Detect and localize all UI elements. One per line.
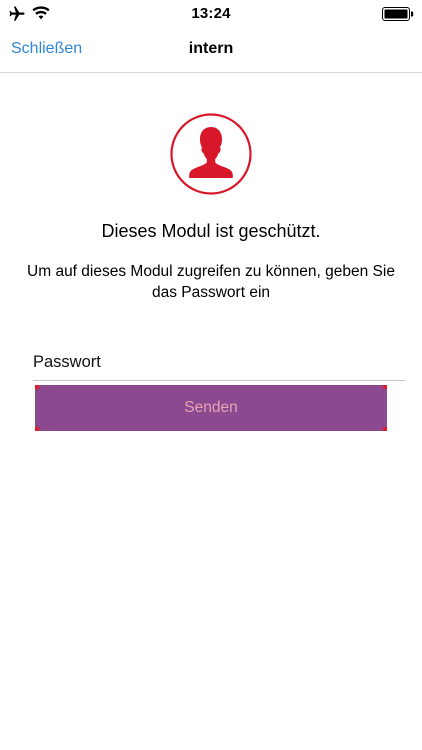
protected-description: Um auf dieses Modul zugreifen zu können,…: [27, 263, 395, 301]
send-button[interactable]: Senden: [35, 385, 387, 431]
person-silhouette-icon: [170, 113, 252, 195]
selection-handle: [35, 427, 39, 431]
status-time: 13:24: [191, 5, 231, 22]
selection-handle: [35, 385, 39, 389]
battery-icon: [382, 7, 414, 21]
status-bar: 13:24: [0, 0, 422, 28]
navigation-bar: Schließen intern: [0, 28, 422, 73]
protected-heading: Dieses Modul ist geschützt.: [101, 221, 321, 241]
page-title: intern: [188, 40, 234, 57]
send-button-label: Senden: [184, 399, 238, 416]
selection-handle: [383, 427, 387, 431]
selection-handle: [383, 385, 387, 389]
password-input[interactable]: [33, 344, 405, 381]
